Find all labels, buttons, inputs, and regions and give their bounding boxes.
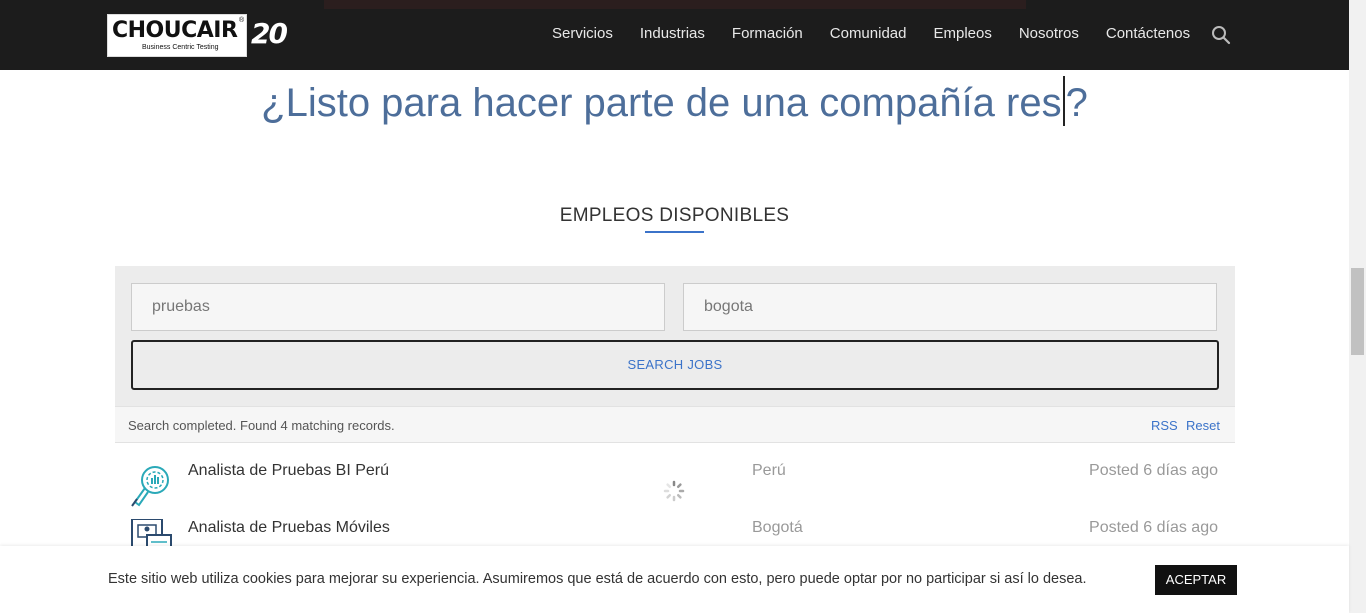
- job-title[interactable]: Analista de Pruebas BI Perú: [188, 462, 389, 480]
- page-scrollbar-thumb[interactable]: [1351, 268, 1364, 355]
- cookie-message: Este sitio web utiliza cookies para mejo…: [108, 571, 1087, 587]
- job-location: Perú: [752, 462, 786, 479]
- rss-link[interactable]: RSS: [1151, 418, 1178, 433]
- accept-cookies-button[interactable]: ACEPTAR: [1155, 565, 1237, 595]
- bi-analytics-icon: [131, 466, 169, 507]
- keywords-input[interactable]: pruebas: [131, 283, 665, 331]
- job-title[interactable]: Analista de Pruebas Móviles: [188, 519, 390, 537]
- nav-item-contactenos[interactable]: Contáctenos: [1106, 25, 1190, 42]
- hero-text-end: ?: [1065, 81, 1088, 125]
- logo-tagline: Business Centric Testing: [142, 44, 219, 51]
- typing-caret: [1062, 76, 1065, 126]
- title-underline: [645, 231, 704, 233]
- search-jobs-button[interactable]: SEARCH JOBS: [131, 340, 1219, 390]
- nav-item-nosotros[interactable]: Nosotros: [1019, 25, 1079, 42]
- nav-item-formacion[interactable]: Formación: [732, 25, 803, 42]
- section-title: EMPLEOS DISPONIBLES: [559, 205, 790, 226]
- anniversary-badge: 20: [251, 17, 288, 50]
- nav-item-empleos[interactable]: Empleos: [933, 25, 991, 42]
- registered-mark: ®: [239, 17, 245, 24]
- nav-item-servicios[interactable]: Servicios: [552, 25, 613, 42]
- reset-link[interactable]: Reset: [1186, 418, 1220, 433]
- search-icon[interactable]: [1211, 25, 1231, 45]
- location-input[interactable]: bogota: [683, 283, 1217, 331]
- logo-text: CHOUCAIR: [112, 18, 238, 43]
- main-nav: Servicios Industrias Formación Comunidad…: [552, 25, 1217, 42]
- results-status-text: Search completed. Found 4 matching recor…: [128, 418, 395, 433]
- video-strip: [324, 0, 1026, 9]
- cookie-banner: Este sitio web utiliza cookies para mejo…: [0, 546, 1349, 613]
- logo[interactable]: CHOUCAIR ® Business Centric Testing: [107, 14, 247, 57]
- nav-item-comunidad[interactable]: Comunidad: [830, 25, 907, 42]
- results-status-bar: Search completed. Found 4 matching recor…: [115, 406, 1235, 443]
- hero-text: ¿Listo para hacer parte de una compañía …: [261, 81, 1062, 125]
- loading-spinner-icon: [663, 480, 685, 502]
- job-posted-date: Posted 6 días ago: [1089, 462, 1218, 479]
- job-location: Bogotá: [752, 519, 803, 536]
- job-posted-date: Posted 6 días ago: [1089, 519, 1218, 536]
- nav-item-industrias[interactable]: Industrias: [640, 25, 705, 42]
- hero-heading: ¿Listo para hacer parte de una compañía …: [0, 76, 1349, 126]
